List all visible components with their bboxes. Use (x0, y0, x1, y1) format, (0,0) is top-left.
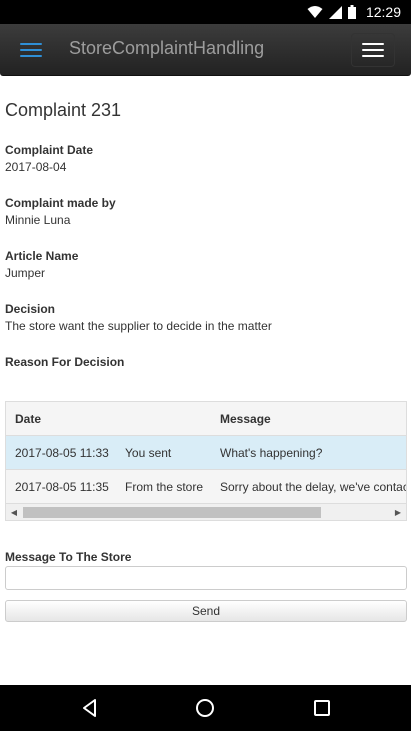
scroll-right-arrow-icon[interactable]: ▶ (390, 504, 406, 520)
cell-date: 2017-08-05 11:35 (15, 480, 109, 494)
send-button[interactable]: Send (5, 600, 407, 622)
cell-message: Sorry about the delay, we've contac (220, 480, 407, 494)
page-title: Complaint 231 (5, 100, 122, 120)
field-article-name: Article Name Jumper (5, 249, 79, 280)
wifi-icon (307, 6, 323, 18)
cell-date: 2017-08-05 11:33 (15, 446, 109, 460)
hamburger-icon (362, 43, 384, 45)
field-complaint-date: Complaint Date 2017-08-04 (5, 143, 94, 174)
field-decision: Decision The store want the supplier to … (5, 302, 272, 333)
header-date[interactable]: Date (15, 402, 41, 436)
scroll-thumb[interactable] (23, 507, 321, 518)
back-icon[interactable] (80, 698, 100, 718)
app-title[interactable]: StoreComplaintHandling (69, 38, 264, 59)
cell-message: What's happening? (220, 446, 323, 460)
navbar: StoreComplaintHandling (0, 24, 411, 76)
message-input[interactable] (5, 566, 407, 590)
android-navigation-bar (0, 685, 411, 731)
horizontal-scrollbar[interactable]: ◀ ▶ (6, 504, 406, 520)
signal-icon (328, 5, 342, 19)
table-row[interactable]: 2017-08-05 11:33 You sent What's happeni… (6, 436, 406, 470)
field-reason-for-decision: Reason For Decision (5, 355, 125, 369)
table-header-row: Date Message (6, 402, 406, 436)
battery-icon (347, 5, 356, 19)
message-label: Message To The Store (5, 550, 132, 564)
cell-sender: You sent (125, 446, 172, 460)
recents-icon[interactable] (312, 698, 332, 718)
status-bar: 12:29 (0, 0, 411, 24)
messages-table[interactable]: Date Message 2017-08-05 11:33 You sent W… (5, 401, 407, 521)
menu-icon[interactable] (12, 34, 50, 66)
field-complaint-made-by: Complaint made by Minnie Luna (5, 196, 116, 227)
cell-sender: From the store (125, 480, 204, 494)
header-message[interactable]: Message (220, 402, 271, 436)
home-icon[interactable] (195, 698, 215, 718)
navbar-toggle-button[interactable] (351, 33, 395, 67)
table-row[interactable]: 2017-08-05 11:35 From the store Sorry ab… (6, 470, 407, 504)
scroll-left-arrow-icon[interactable]: ◀ (6, 504, 22, 520)
complaint-details: Complaint 231 Complaint Date 2017-08-04 … (5, 76, 407, 372)
status-time: 12:29 (365, 4, 401, 20)
